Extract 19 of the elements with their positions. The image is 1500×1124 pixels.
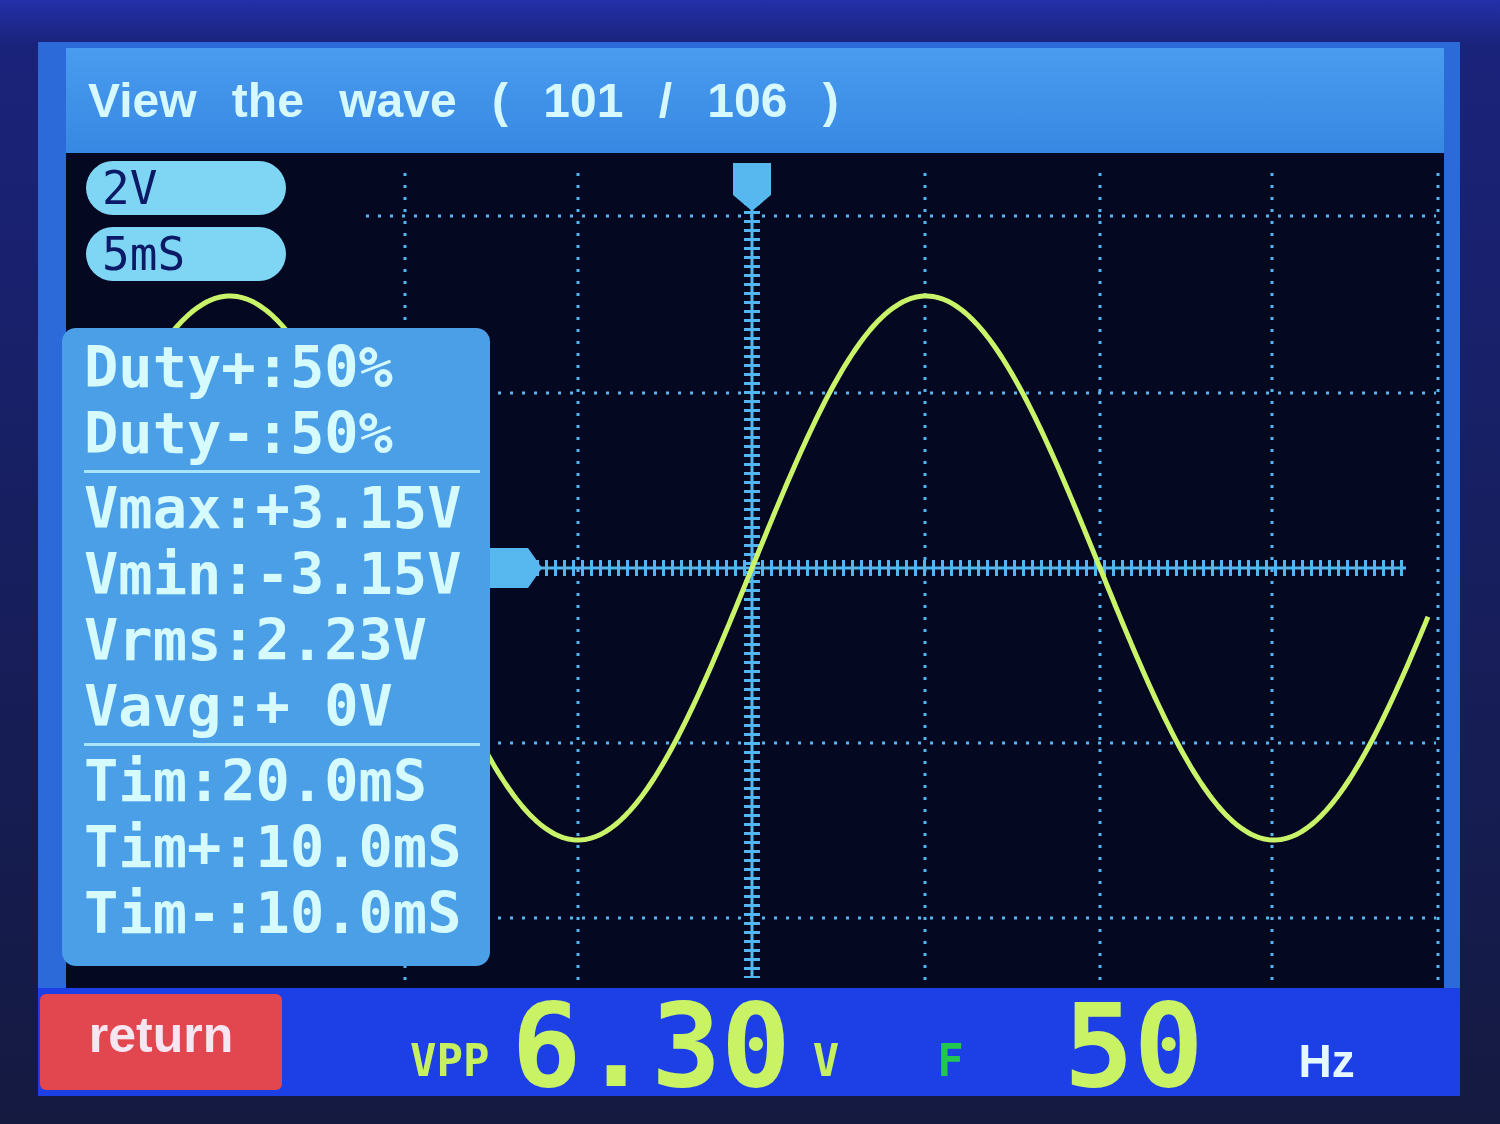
measurement-text: Duty-:50%	[84, 400, 394, 466]
vpp-value: 6.30	[511, 996, 791, 1096]
frequency-label: F	[937, 1035, 964, 1086]
vpp-label: VPP	[410, 1035, 490, 1086]
scale-badge: 2V	[86, 161, 286, 215]
measurement-text: Tim+:10.0mS	[84, 814, 463, 880]
vpp-unit: V	[812, 1035, 840, 1086]
measurement-text: Tim-:10.0mS	[84, 880, 463, 946]
frequency-value: 50	[1063, 996, 1204, 1096]
measurement-text: Vmin:-3.15V	[84, 541, 463, 607]
measurement-text: Vmax:+3.15V	[84, 475, 463, 541]
measurement-text: Vavg:+ 0V	[84, 673, 394, 739]
scale-badge: 5mS	[86, 227, 286, 281]
frequency-unit: Hz	[1298, 1034, 1355, 1088]
measurement-text: Tim:20.0mS	[84, 748, 429, 814]
return-button[interactable]: return	[40, 994, 282, 1090]
measurement-text: Duty+:50%	[84, 334, 394, 400]
screen-title: View the wave ( 101 / 106 )	[88, 73, 839, 128]
measurement-text: Vrms:2.23V	[84, 607, 429, 673]
